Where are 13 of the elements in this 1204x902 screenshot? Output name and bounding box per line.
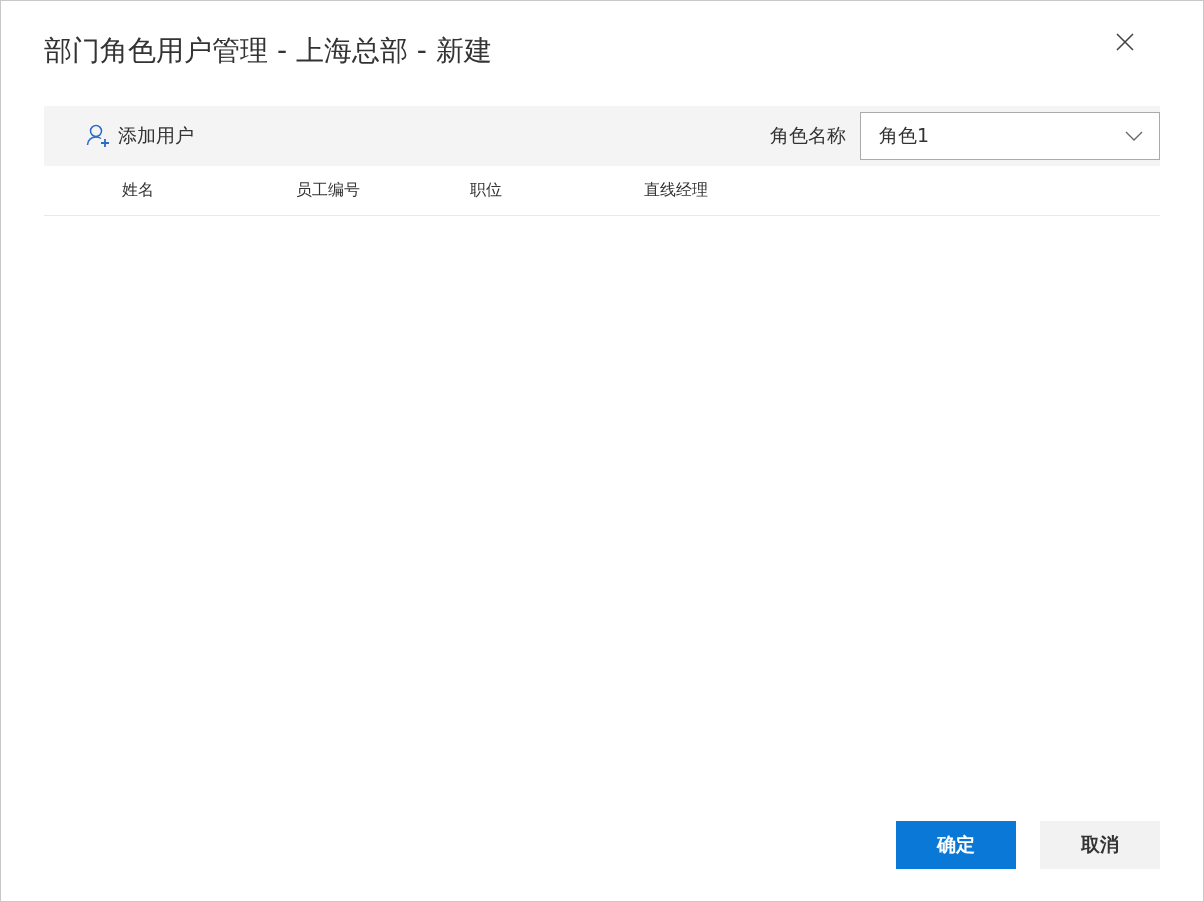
- close-icon[interactable]: [1115, 31, 1135, 52]
- add-user-button[interactable]: 添加用户: [86, 119, 194, 153]
- chevron-down-icon: [1125, 131, 1143, 141]
- column-header: 直线经理: [644, 180, 709, 201]
- confirm-button[interactable]: 确定: [896, 821, 1016, 869]
- role-dropdown[interactable]: 角色1: [860, 112, 1160, 160]
- column-header: 员工编号: [296, 180, 361, 201]
- role-name-label: 角色名称: [770, 123, 846, 148]
- person-add-icon: [86, 123, 110, 149]
- column-header: 姓名: [122, 180, 155, 201]
- column-header: 职位: [470, 180, 503, 201]
- dialog-title: 部门角色用户管理 - 上海总部 - 新建: [44, 33, 492, 69]
- cancel-button[interactable]: 取消: [1040, 821, 1160, 869]
